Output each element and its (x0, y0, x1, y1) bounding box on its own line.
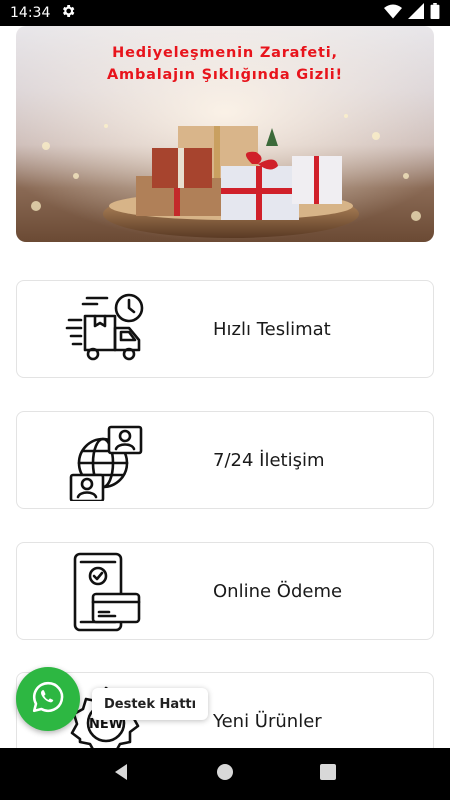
banner-title-line-2: Ambalajın Şıklığında Gizli! (107, 67, 343, 83)
home-button[interactable] (216, 763, 234, 786)
global-contact-icon (65, 421, 147, 503)
delivery-truck-icon (65, 290, 147, 370)
back-button[interactable] (113, 763, 131, 786)
banner-title: Hediyeleşmenin Zarafeti, Ambalajın Şıklı… (16, 42, 434, 86)
feature-card-fast-delivery[interactable]: Hızlı Teslimat (16, 280, 434, 378)
whatsapp-button[interactable] (16, 667, 80, 731)
status-bar: 14:34 (0, 0, 450, 26)
battery-icon (430, 3, 440, 23)
mobile-payment-icon (65, 552, 147, 632)
status-time: 14:34 (10, 5, 51, 21)
banner-title-line-1: Hediyeleşmenin Zarafeti, (112, 45, 338, 61)
feature-card-contact[interactable]: 7/24 İletişim (16, 411, 434, 509)
feature-card-new-products[interactable]: NEW Yeni Ürünler (16, 672, 434, 748)
feature-card-label: 7/24 İletişim (213, 449, 325, 471)
feature-card-online-payment[interactable]: Online Ödeme (16, 542, 434, 640)
feature-card-label: Online Ödeme (213, 580, 343, 602)
recents-button[interactable] (319, 763, 337, 786)
navigation-bar (0, 748, 450, 800)
settings-icon (60, 3, 76, 23)
wifi-icon (384, 3, 402, 23)
support-line-label[interactable]: Destek Hattı (92, 688, 209, 720)
feature-card-label: Hızlı Teslimat (213, 318, 331, 340)
signal-icon (408, 3, 424, 23)
hero-banner: Hediyeleşmenin Zarafeti, Ambalajın Şıklı… (16, 26, 434, 242)
whatsapp-icon (31, 680, 65, 719)
main-content[interactable]: Hediyeleşmenin Zarafeti, Ambalajın Şıklı… (0, 26, 450, 748)
feature-card-label: Yeni Ürünler (213, 710, 322, 732)
